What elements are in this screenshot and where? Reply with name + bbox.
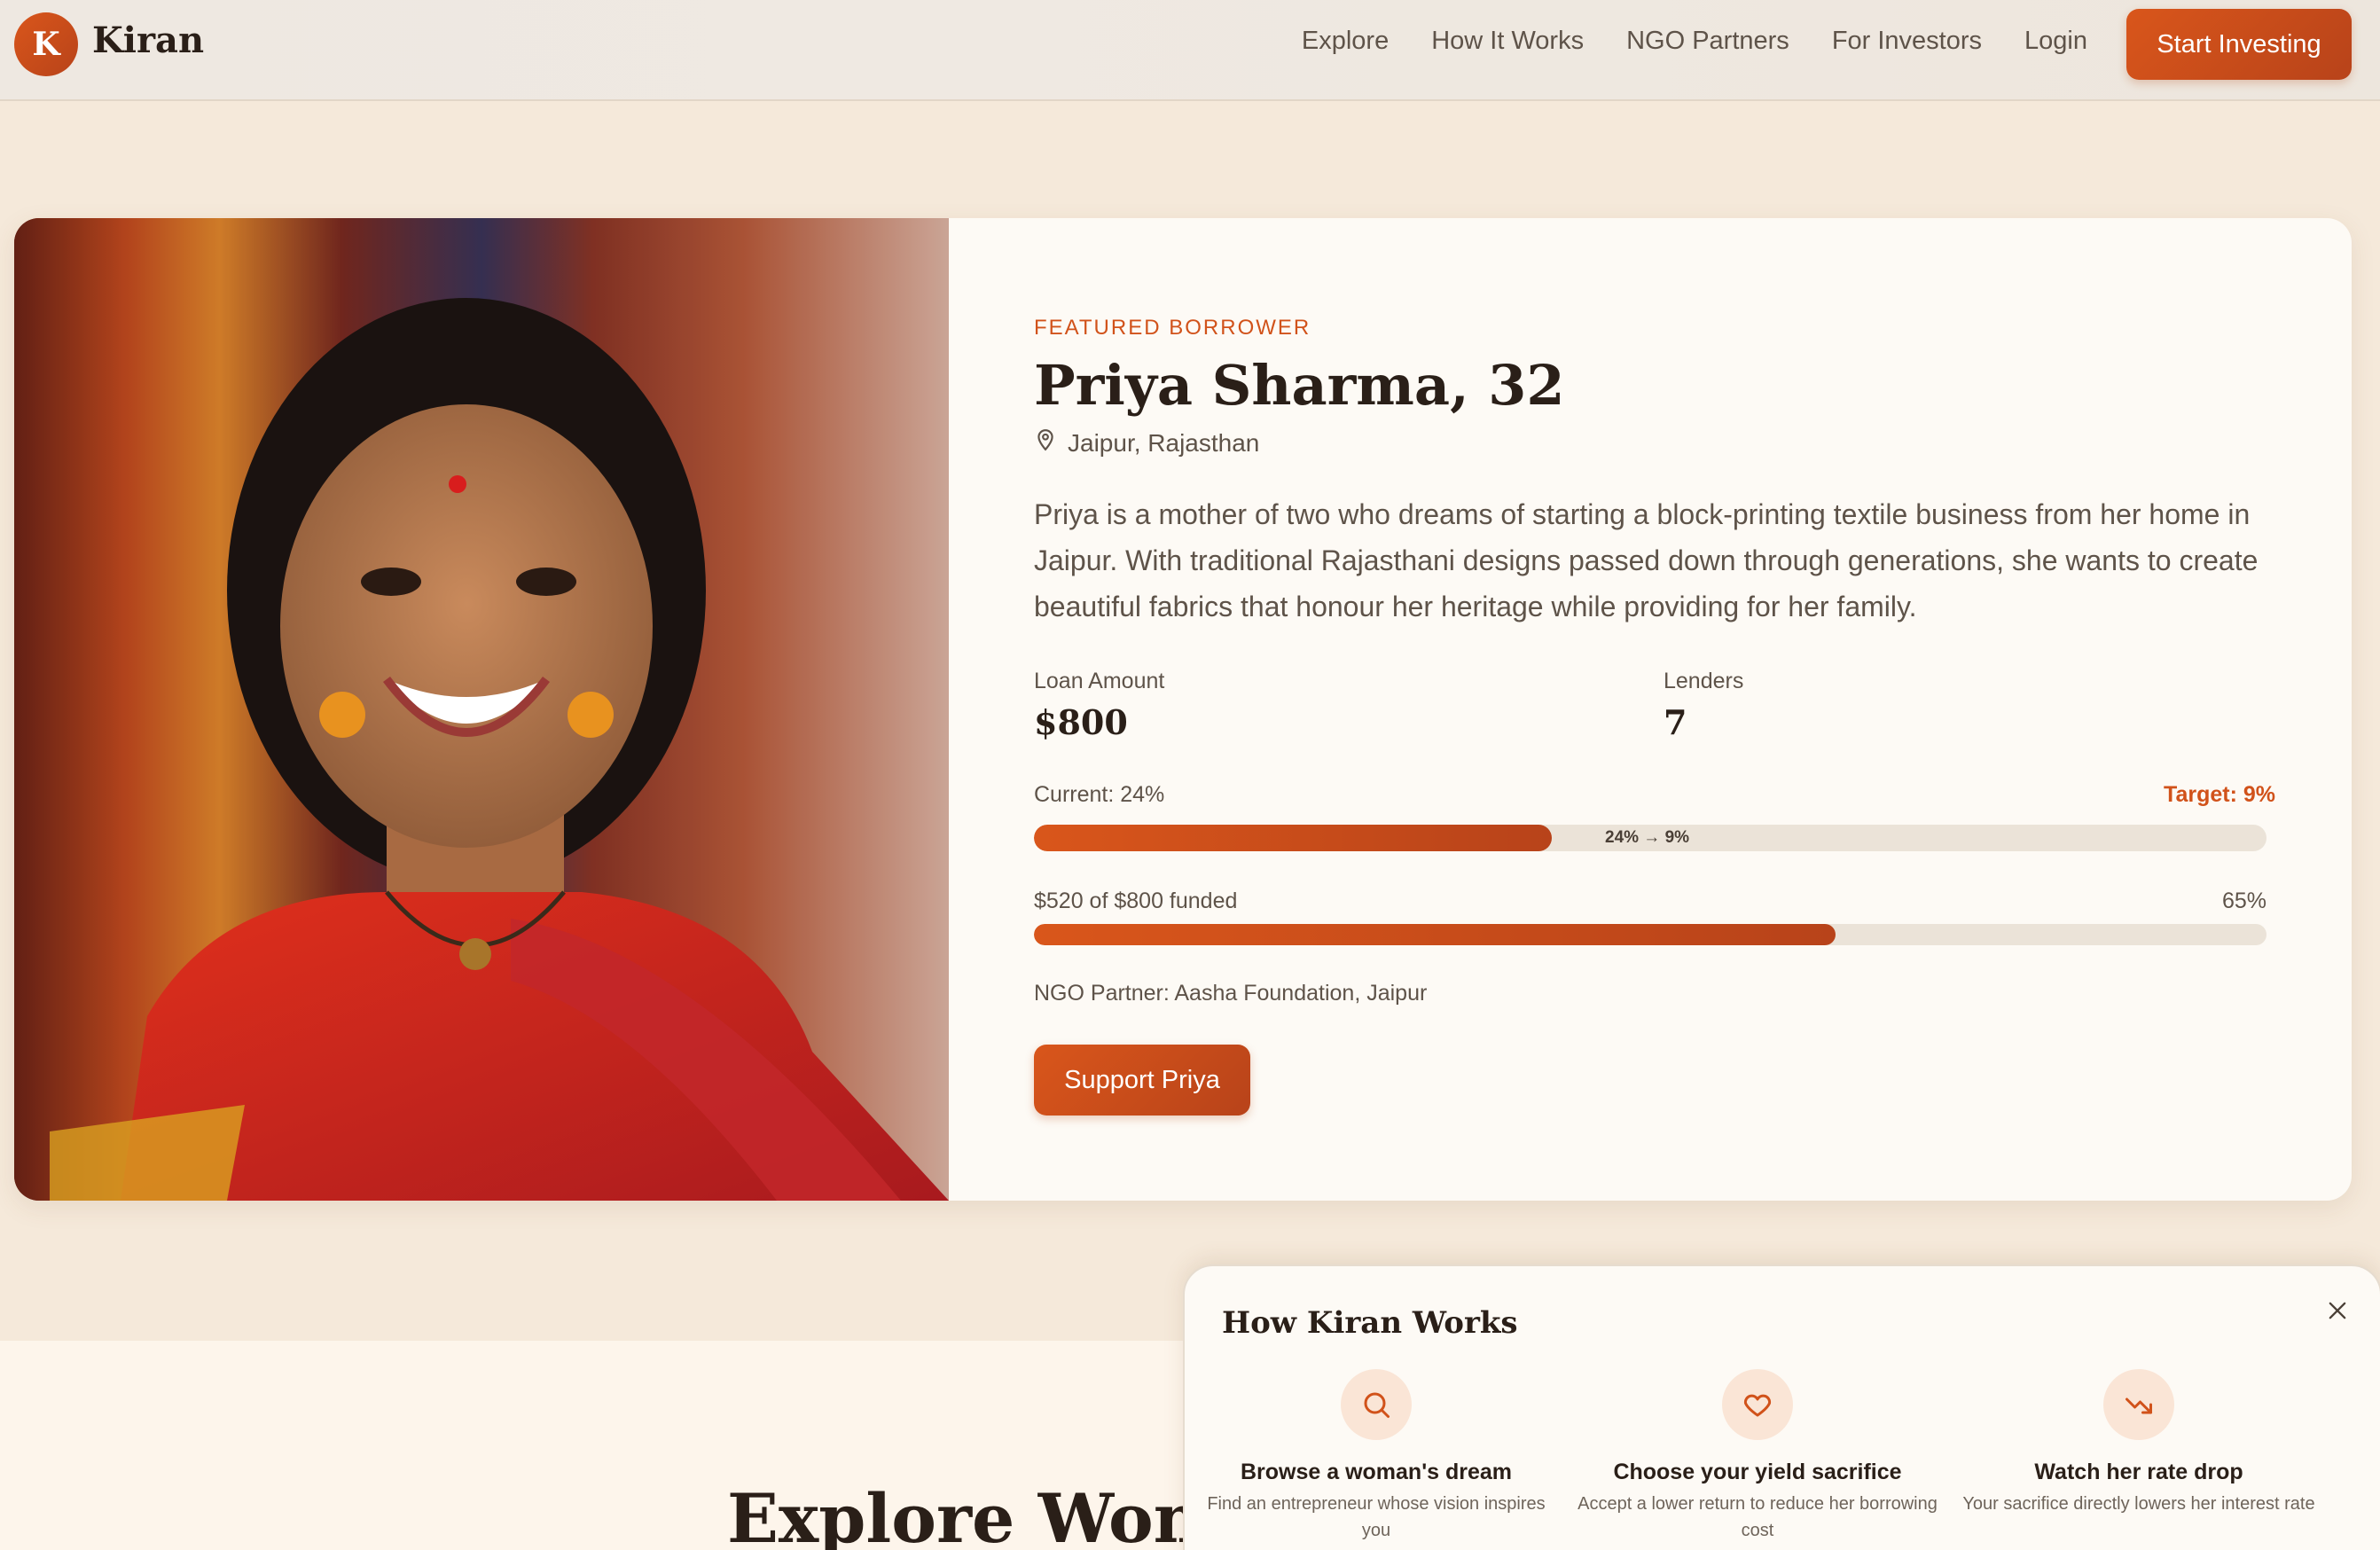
nav-links: Explore How It Works NGO Partners For In… (1302, 27, 2087, 56)
step-description: Find an entrepreneur whose vision inspir… (1207, 1494, 1546, 1540)
close-icon[interactable] (2320, 1293, 2355, 1328)
borrower-photo (14, 218, 949, 1201)
location-text: Jaipur, Rajasthan (1068, 428, 1260, 457)
funded-amount: $520 of $800 funded (1034, 889, 1238, 913)
borrower-description: Priya is a mother of two who dreams of s… (1034, 498, 2259, 622)
current-rate: Current: 24% (1034, 782, 1165, 807)
rate-progress-bar: 24% → 9% (1034, 825, 2266, 851)
support-borrower-button[interactable]: Support Priya (1034, 1045, 1250, 1116)
step-title: Choose your yield sacrifice (1613, 1460, 1902, 1484)
borrower-location: Jaipur, Rajasthan (1034, 427, 1259, 458)
trending-down-icon (2103, 1369, 2174, 1440)
borrower-name: Priya Sharma, 32 (1034, 353, 1565, 418)
featured-borrower-card: FEATURED BORROWER Priya Sharma, 32 Jaipu… (14, 218, 2352, 1201)
step-title: Browse a woman's dream (1240, 1460, 1513, 1484)
logo-text[interactable]: Kiran (92, 20, 204, 61)
target-rate: Target: 9% (2164, 782, 2275, 807)
top-nav: K Kiran Explore How It Works NGO Partner… (0, 0, 2380, 101)
nav-link-how-it-works[interactable]: How It Works (1431, 27, 1584, 56)
step-description: Accept a lower return to reduce her borr… (1578, 1494, 1938, 1540)
popup-title: How Kiran Works (1222, 1305, 1518, 1341)
lenders-label: Lenders (1664, 669, 1744, 693)
step-browse: Browse a woman's dream Find an entrepren… (1190, 1369, 1562, 1544)
funded-percent: 65% (2221, 889, 2266, 913)
loan-amount-label: Loan Amount (1034, 669, 1165, 693)
step-watch: Watch her rate drop Your sacrifice direc… (1953, 1369, 2325, 1517)
nav-link-ngo-partners[interactable]: NGO Partners (1626, 27, 1789, 56)
step-title: Watch her rate drop (2034, 1460, 2243, 1484)
rate-progress-fill (1034, 825, 1552, 851)
step-choose: Choose your yield sacrifice Accept a low… (1571, 1369, 1944, 1544)
nav-link-explore[interactable]: Explore (1302, 27, 1389, 56)
location-pin-icon (1034, 427, 1057, 458)
funding-progress-fill (1034, 924, 1836, 945)
loan-amount-value: $800 (1034, 702, 1128, 742)
featured-eyebrow: FEATURED BORROWER (1034, 316, 1311, 340)
how-it-works-popup: How Kiran Works Browse a woman's dream F… (1183, 1264, 2380, 1550)
funding-progress-bar (1034, 924, 2266, 945)
search-icon (1341, 1369, 1412, 1440)
step-description: Your sacrifice directly lowers her inter… (1962, 1494, 2315, 1514)
start-investing-button[interactable]: Start Investing (2126, 9, 2352, 80)
nav-link-login[interactable]: Login (2024, 27, 2087, 56)
ngo-partner: NGO Partner: Aasha Foundation, Jaipur (1034, 981, 1428, 1006)
heart-icon (1722, 1369, 1793, 1440)
lenders-value: 7 (1664, 702, 1687, 742)
rate-progress-text: 24% → 9% (1605, 828, 1690, 847)
logo-badge[interactable]: K (14, 12, 78, 76)
nav-link-for-investors[interactable]: For Investors (1832, 27, 1982, 56)
